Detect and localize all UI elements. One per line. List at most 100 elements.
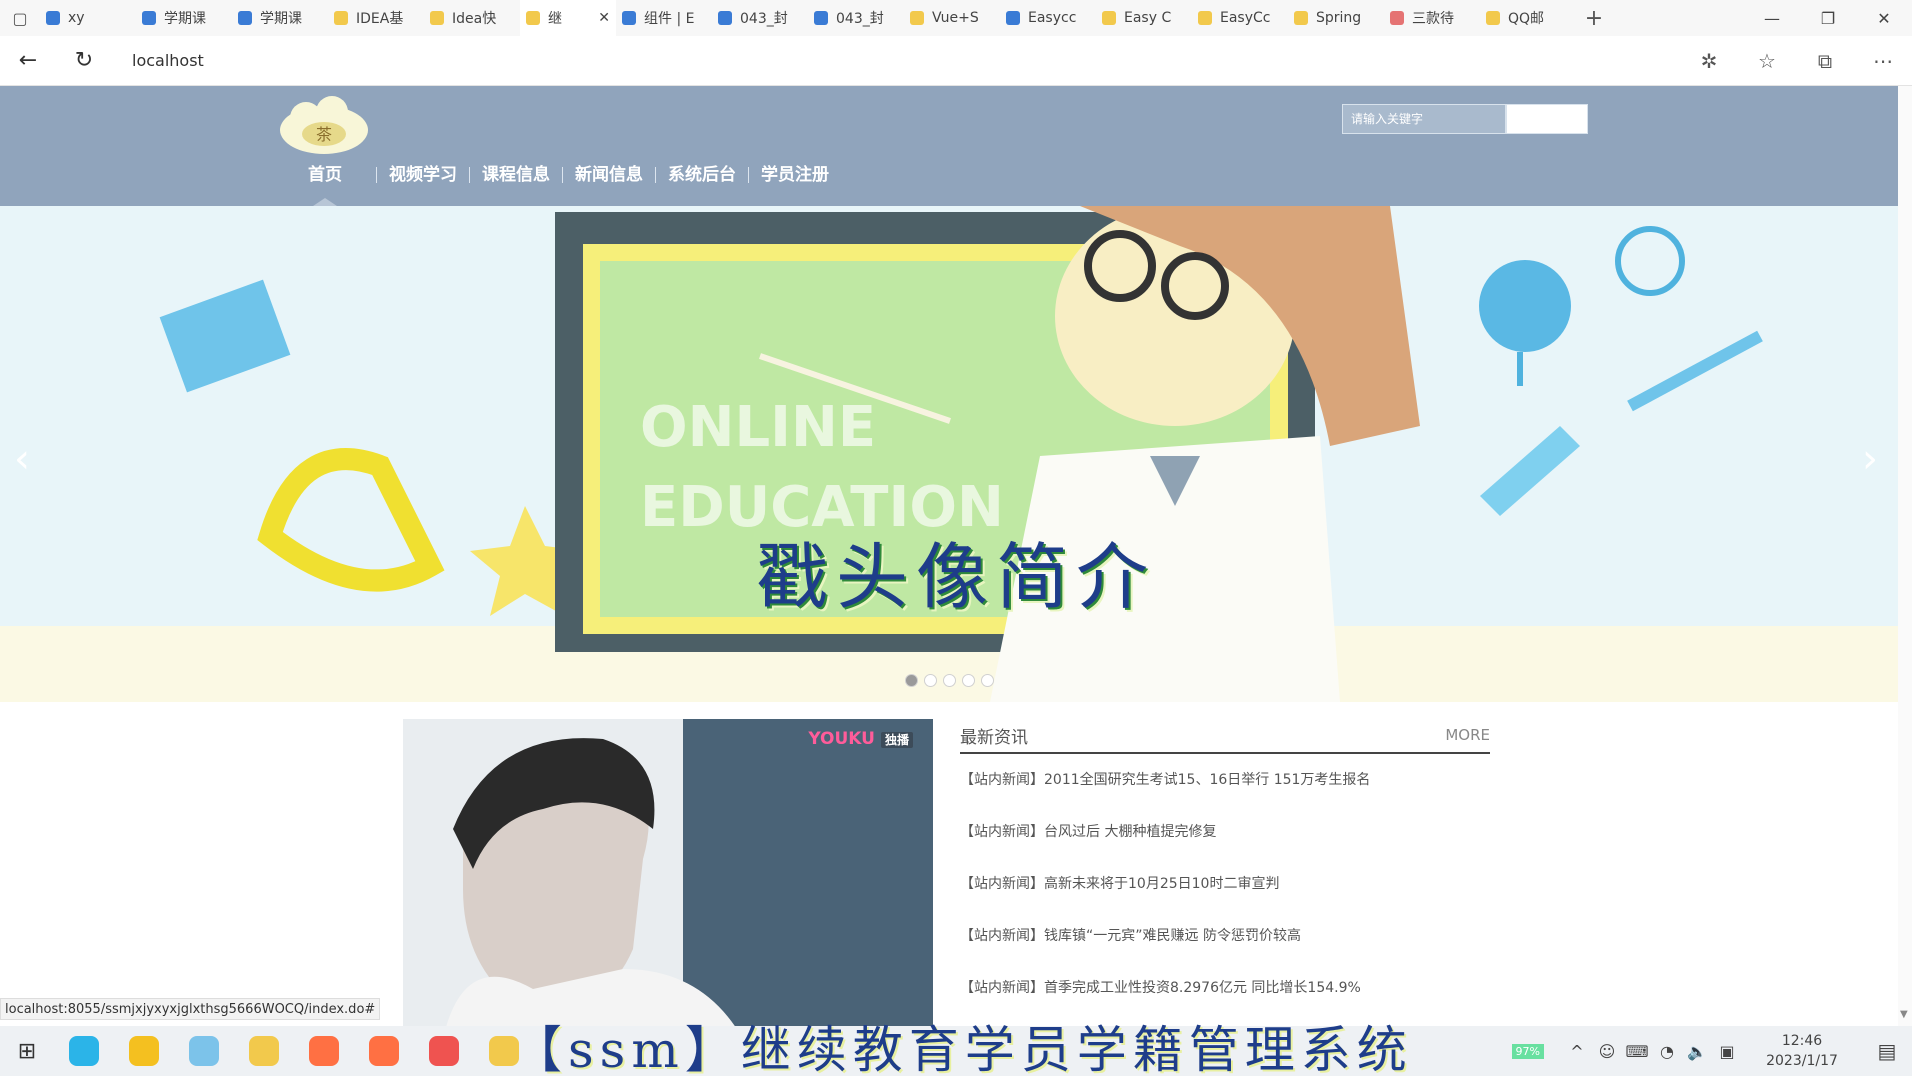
tab-favicon-icon (238, 11, 252, 25)
browser-tab[interactable]: 043_封 (808, 0, 904, 36)
page-scrollbar[interactable]: ▼ (1898, 86, 1912, 1026)
tab-favicon-icon (1294, 11, 1308, 25)
search-button[interactable] (1506, 104, 1588, 134)
carousel-dot[interactable] (905, 674, 918, 687)
taskbar-app-icon[interactable] (54, 1026, 114, 1076)
banner-carousel[interactable]: ONLINE EDUCATION ‹ › 戳头像简介 (0, 206, 1898, 702)
browser-tab[interactable]: 学期课 (136, 0, 232, 36)
app-icon (429, 1036, 459, 1066)
tab-label: xy (68, 10, 85, 26)
taskbar-apps (54, 1026, 534, 1076)
tab-label: 继 (548, 11, 562, 27)
tab-list: xy 学期课 学期课 IDEA基 Idea快继 ✕ 组件 | E 043_封 043_封 Vue+… (40, 0, 1576, 36)
tab-label: QQ邮 (1508, 11, 1545, 27)
address-bar: ← ↻ localhost ✲ ☆ ⧉ ⋯ (0, 36, 1912, 86)
nav-item[interactable]: 课程信息 (470, 162, 562, 188)
browser-tab[interactable]: Easycc (1000, 0, 1096, 36)
favorites-icon[interactable]: ☆ (1738, 49, 1796, 73)
carousel-dots (905, 674, 1000, 687)
main-nav: 首页 视频学习 课程信息 新闻信息 系统后台 学员注册 (296, 162, 841, 188)
taskbar-app-icon[interactable] (294, 1026, 354, 1076)
browser-tab[interactable]: Easy C (1096, 0, 1192, 36)
browser-tab[interactable]: Spring (1288, 0, 1384, 36)
wifi-icon[interactable]: ◔ (1652, 1042, 1682, 1061)
taskbar-app-icon[interactable] (234, 1026, 294, 1076)
news-title: 最新资讯 (960, 727, 1028, 748)
carousel-dot[interactable] (962, 674, 975, 687)
news-item[interactable]: 【站内新闻】2011全国研究生考试15、16日举行 151万考生报名 (960, 754, 1490, 806)
browser-tab[interactable]: 043_封 (712, 0, 808, 36)
browser-tab[interactable]: EasyCc (1192, 0, 1288, 36)
collections-icon[interactable]: ⧉ (1796, 49, 1854, 73)
ime-icon[interactable]: ▣ (1712, 1042, 1742, 1061)
carousel-dot[interactable] (981, 674, 994, 687)
tab-favicon-icon (1390, 11, 1404, 25)
keyboard-icon[interactable]: ⌨ (1622, 1042, 1652, 1061)
nav-item[interactable]: 系统后台 (656, 162, 748, 188)
qq-tray-icon[interactable]: ☺ (1592, 1042, 1622, 1061)
tab-favicon-icon (1102, 11, 1116, 25)
site-logo[interactable]: 茶 (276, 96, 372, 156)
browser-tab[interactable]: xy (40, 0, 136, 36)
browser-tab[interactable]: Vue+S (904, 0, 1000, 36)
back-icon[interactable]: ← (0, 48, 56, 73)
restore-icon[interactable]: ❐ (1800, 9, 1856, 28)
video-player[interactable]: YOUKU 独播 (403, 719, 933, 1026)
nav-item[interactable]: 新闻信息 (563, 162, 655, 188)
carousel-next-icon[interactable]: › (1862, 436, 1878, 482)
browser-tab[interactable]: QQ邮 (1480, 0, 1576, 36)
news-item[interactable]: 【站内新闻】高新未来将于10月25日10时二审宣判 (960, 858, 1490, 910)
news-item[interactable]: 【站内新闻】台风过后 大棚种植提完修复 (960, 806, 1490, 858)
new-tab-button[interactable]: + (1576, 6, 1612, 31)
carousel-dot[interactable] (924, 674, 937, 687)
tab-label: 学期课 (164, 11, 206, 27)
taskbar-app-icon[interactable] (354, 1026, 414, 1076)
scroll-down-icon[interactable]: ▼ (1900, 1009, 1908, 1020)
tab-actions-icon[interactable]: ▢ (0, 9, 40, 28)
status-url: localhost:8055/ssmjxjyxyxjglxthsg5666WOC… (0, 998, 381, 1020)
tray-expand-icon[interactable]: ^ (1562, 1042, 1592, 1061)
extensions-icon[interactable]: ✲ (1680, 49, 1738, 73)
taskbar-app-icon[interactable] (174, 1026, 234, 1076)
news-header: 最新资讯 MORE (960, 718, 1490, 754)
site-header: 茶 首页 视频学习 课程信息 新闻信息 系统后台 学员注册 (0, 86, 1898, 206)
clock-date: 2023/1/17 (1766, 1053, 1838, 1069)
carousel-dot[interactable] (943, 674, 956, 687)
tab-label: Vue+S (932, 10, 979, 26)
tab-favicon-icon (718, 11, 732, 25)
news-item[interactable]: 【站内新闻】首季完成工业性投资8.2976亿元 同比增长154.9% (960, 962, 1490, 1014)
browser-tab[interactable]: 组件 | E (616, 0, 712, 36)
nav-item[interactable]: 学员注册 (749, 162, 841, 188)
browser-tab[interactable]: 学期课 (232, 0, 328, 36)
browser-tab[interactable]: 继 ✕ (520, 0, 616, 36)
news-panel: 最新资讯 MORE 【站内新闻】2011全国研究生考试15、16日举行 151万… (960, 718, 1490, 1014)
news-more-link[interactable]: MORE (1445, 726, 1490, 744)
more-menu-icon[interactable]: ⋯ (1854, 49, 1912, 73)
tab-label: 043_封 (836, 11, 884, 27)
carousel-prev-icon[interactable]: ‹ (14, 436, 30, 482)
minimize-icon[interactable]: — (1744, 9, 1800, 28)
notification-icon[interactable]: ▤ (1862, 1039, 1912, 1063)
browser-tab[interactable]: 三款待 (1384, 0, 1480, 36)
browser-tab[interactable]: IDEA基 (328, 0, 424, 36)
browser-tab[interactable]: Idea快 (424, 0, 520, 36)
banner-illustration: ONLINE EDUCATION (0, 206, 1898, 702)
tab-favicon-icon (526, 11, 540, 25)
tab-close-icon[interactable]: ✕ (598, 10, 610, 26)
battery-indicator: 97% (1511, 1043, 1544, 1059)
refresh-icon[interactable]: ↻ (56, 48, 112, 73)
clock[interactable]: 12:46 2023/1/17 (1742, 1031, 1862, 1071)
search-input[interactable] (1342, 104, 1506, 134)
taskbar-app-icon[interactable] (114, 1026, 174, 1076)
close-window-icon[interactable]: ✕ (1856, 9, 1912, 28)
overlay-title: 戳头像简介 (756, 535, 1157, 619)
start-icon[interactable]: ⊞ (0, 1039, 54, 1064)
news-item[interactable]: 【站内新闻】钱库镇“一元宾”难民赚远 防令惩罚价较高 (960, 910, 1490, 962)
taskbar-app-icon[interactable] (414, 1026, 474, 1076)
volume-icon[interactable]: 🔈 (1682, 1042, 1712, 1061)
url-input[interactable]: localhost (132, 51, 1680, 70)
nav-item[interactable]: 首页 (296, 162, 376, 188)
tab-label: 三款待 (1412, 11, 1454, 27)
nav-item[interactable]: 视频学习 (377, 162, 469, 188)
tab-label: Idea快 (452, 11, 497, 27)
